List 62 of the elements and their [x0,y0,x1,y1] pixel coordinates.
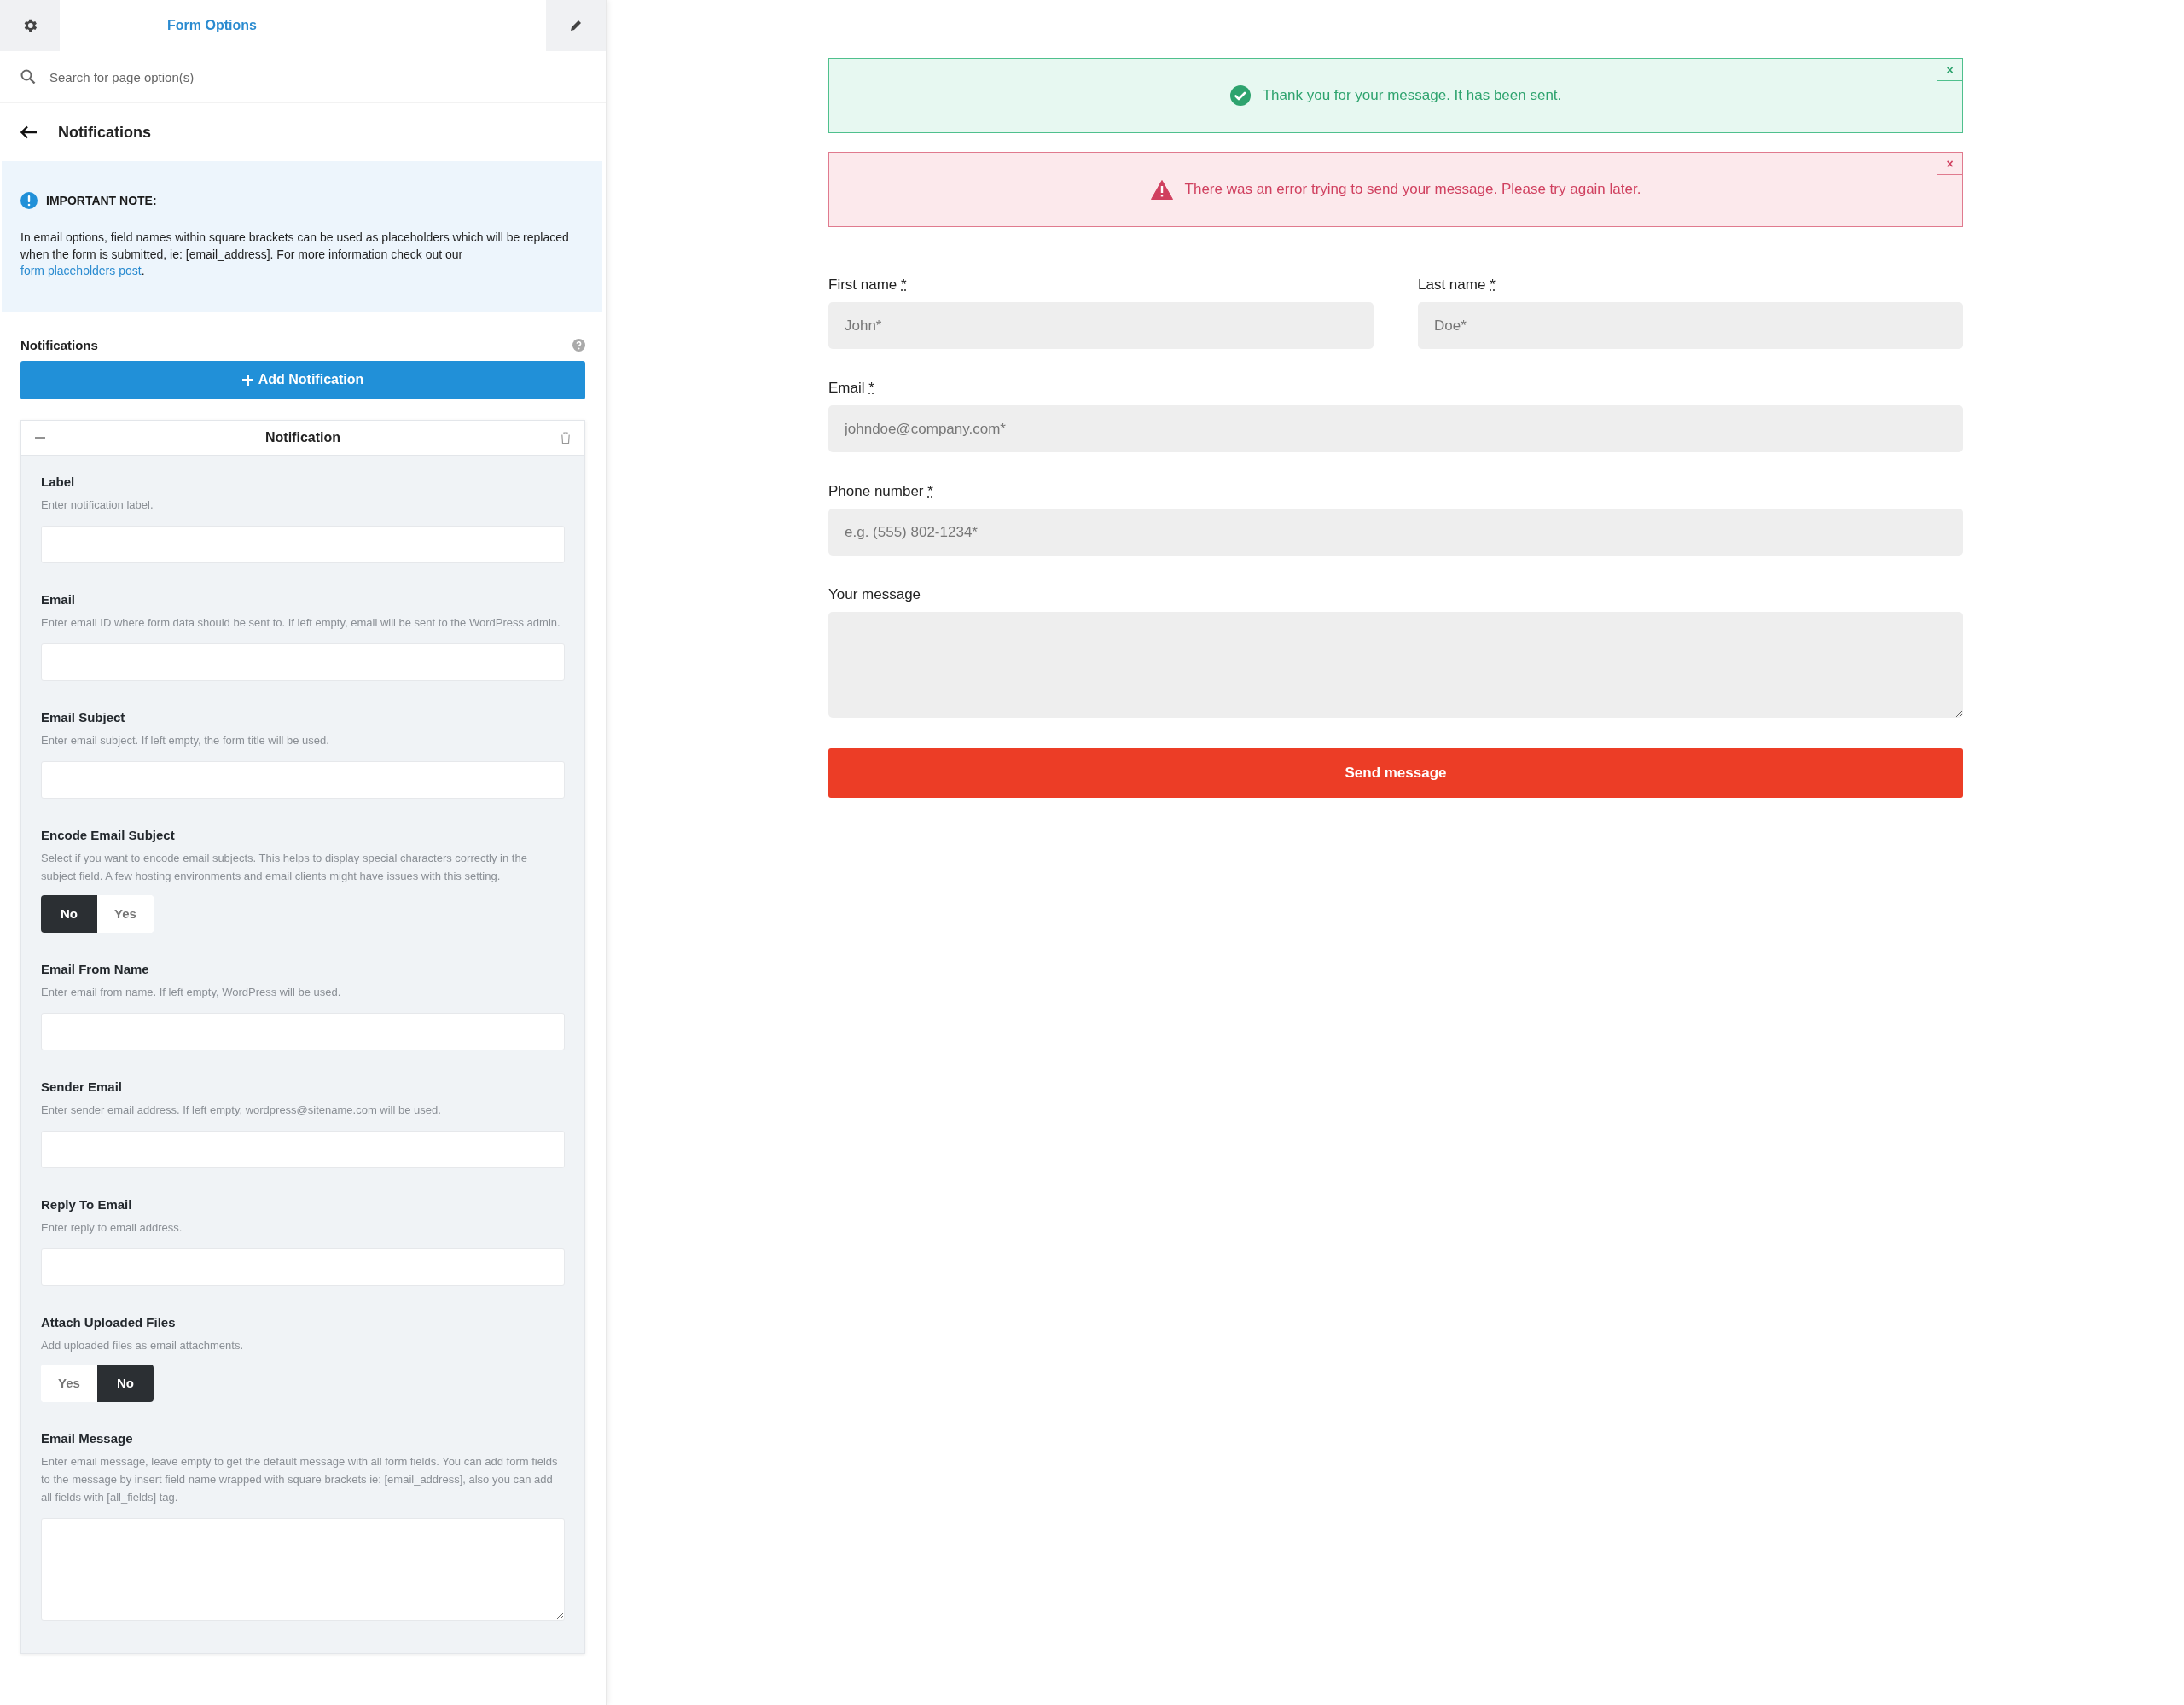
text-field[interactable] [41,643,565,681]
help-icon[interactable] [572,338,585,352]
field-description: Enter email subject. If left empty, the form title will be used. [41,732,330,748]
text-field[interactable] [41,525,565,563]
info-icon [20,192,38,209]
card-title: Notification [265,429,340,445]
field-description: Enter email ID where form data should be sent to. If left empty, email will be sent to the WordPress admin. [41,614,561,631]
toggle-option[interactable]: No [41,894,97,933]
notifications-label: Notifications [20,337,98,352]
plus-icon [241,374,253,386]
field-label: Last name * [1418,276,1496,294]
field-label: First name * [828,276,908,294]
field-label: Your message [828,586,922,603]
note-link[interactable]: form placeholders post [20,264,142,277]
search-field[interactable]: Search for page option(s) [48,68,585,85]
text-field[interactable] [41,1248,565,1286]
field-description: Enter email from name. If left empty, WordPress will be used. [41,984,342,1000]
field-label: Email * [828,380,875,397]
field-label: Email [41,591,77,607]
section-title: Notifications [58,123,151,142]
text-field[interactable] [41,1012,565,1050]
input-field[interactable]: Doe* [1418,302,1963,349]
text-field[interactable] [41,1130,565,1168]
field-description: Select if you want to encode email subjects. This helps to display special characters correctly in the subject field. A few hosting environments and email clients might have issues with this setting. [41,850,528,884]
input-field[interactable]: e.g. (555) 802-1234* [828,509,1963,556]
edit-icon[interactable] [546,0,606,51]
message-field[interactable] [828,612,1963,718]
alert-message: Thank you for your message. It has been sent. [1262,87,1562,104]
panel-title: Form Options [167,18,257,33]
note-heading: IMPORTANT NOTE: [46,194,157,207]
field-description: Enter reply to email address. [41,1219,183,1236]
message-field[interactable] [41,1517,565,1621]
field-description: Add uploaded files as email attachments. [41,1337,245,1353]
field-label: Sender Email [41,1079,124,1094]
send-button[interactable]: Send message [828,748,1963,798]
field-label: Label [41,474,76,489]
field-description: Enter sender email address. If left empty, wordpress@sitename.com will be used. [41,1102,442,1118]
field-label: Reply To Email [41,1196,133,1212]
field-description: Enter email message, leave empty to get the default message with all form fields. You can add form fields to the message by insert field name wrapped with square brackets ie: [email_address], also you can add all fields with [all_fields] tag. [41,1453,559,1505]
field-description: Enter notification label. [41,497,154,513]
input-field[interactable]: John* [828,302,1374,349]
input-field[interactable]: johndoe@company.com* [828,405,1963,452]
field-label: Email Message [41,1430,134,1446]
text-field[interactable] [41,760,565,799]
add-notification-button[interactable]: Add Notification [20,360,585,399]
search-icon [20,69,36,84]
field-label: Encode Email Subject [41,827,176,842]
back-arrow-icon[interactable] [20,125,38,139]
alert-message: There was an error trying to send your message. Please try again later. [1184,181,1641,198]
field-label: Attach Uploaded Files [41,1314,177,1330]
close-button[interactable]: × [1937,153,1962,175]
settings-icon[interactable] [0,0,60,51]
close-button[interactable]: × [1937,59,1962,81]
check-circle-icon [1229,85,1251,106]
toggle-option[interactable]: No [97,1364,154,1402]
note-text: In email options, field names within square brackets can be used as placeholders which will be replaced when the form is submitted, ie: [email_address]. For more information check out our form placeholders post. [20,230,570,279]
field-label: Email From Name [41,961,150,976]
trash-icon[interactable] [561,431,571,444]
field-label: Phone number * [828,483,934,500]
collapse-icon[interactable] [35,435,45,439]
warning-icon [1150,179,1173,200]
field-label: Email Subject [41,709,126,724]
